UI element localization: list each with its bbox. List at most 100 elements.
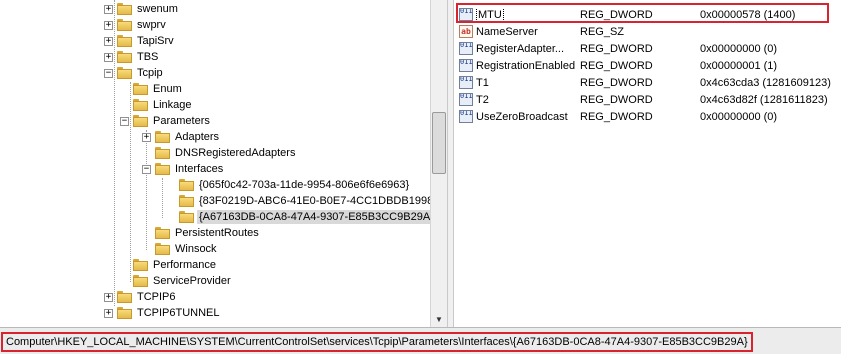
tree-item-label[interactable]: TBS (135, 50, 160, 64)
value-row-usezerobroadcast[interactable]: 011 110 UseZeroBroadcast REG_DWORD 0x000… (454, 108, 841, 125)
tree-item-parameters[interactable]: − Parameters (120, 113, 212, 129)
folder-icon (117, 307, 132, 319)
tree-item-label[interactable]: DNSRegisteredAdapters (173, 146, 297, 160)
tree-item-label[interactable]: Performance (151, 258, 218, 272)
tree-item-label[interactable]: Winsock (173, 242, 219, 256)
value-data: 0x00000001 (1) (700, 59, 778, 72)
tree-item-adapters[interactable]: + Adapters (142, 129, 221, 145)
dword-value-icon: 011 110 (459, 59, 473, 72)
tree-item-tapisrv[interactable]: + TapiSrv (104, 33, 176, 49)
tree-item-tbs[interactable]: + TBS (104, 49, 160, 65)
value-data: 0x4c63d82f (1281611823) (700, 93, 828, 106)
tree-item-label[interactable]: Linkage (151, 98, 194, 112)
tree-item-label[interactable]: TCPIP6TUNNEL (135, 306, 222, 320)
tree-item-label[interactable]: Tcpip (135, 66, 165, 80)
value-name[interactable]: NameServer (476, 26, 578, 38)
expand-icon[interactable]: + (104, 292, 113, 302)
tree-item-dnsregisteredadapters[interactable]: DNSRegisteredAdapters (142, 145, 297, 161)
expand-icon[interactable]: + (104, 36, 113, 46)
value-data: 0x00000000 (0) (700, 110, 778, 123)
value-name[interactable]: MTU (476, 8, 504, 21)
tree-item-interfaces[interactable]: − Interfaces (142, 161, 225, 177)
value-row-t1[interactable]: 011 110 T1 REG_DWORD 0x4c63cda3 (1281609… (454, 74, 841, 91)
tree-item-winsock[interactable]: Winsock (142, 241, 219, 257)
tree-item-label[interactable]: swprv (135, 18, 168, 32)
collapse-icon[interactable]: − (104, 68, 113, 78)
tree-item-persistentroutes[interactable]: PersistentRoutes (142, 225, 261, 241)
expand-icon[interactable]: + (104, 20, 113, 30)
tree-item-label[interactable]: PersistentRoutes (173, 226, 261, 240)
value-name[interactable]: T1 (476, 77, 578, 89)
tree-vertical-scrollbar[interactable]: ▼ (430, 0, 447, 327)
tree-item-label[interactable]: Adapters (173, 130, 221, 144)
registry-key-tree[interactable]: + swenum + swprv + TapiSrv + TBS − Tcpip… (0, 0, 447, 327)
tree-item-label[interactable]: {A67163DB-0CA8-47A4-9307-E85B3CC9B29A} (197, 210, 436, 224)
folder-icon (117, 51, 132, 63)
value-name[interactable]: RegisterAdapter... (476, 43, 578, 55)
value-data: 0x4c63cda3 (1281609123) (700, 76, 831, 89)
registry-values-list[interactable]: 011 110 MTU REG_DWORD 0x00000578 (1400) … (454, 0, 841, 327)
tree-item-label[interactable]: Enum (151, 82, 184, 96)
expand-icon[interactable]: + (104, 4, 113, 14)
tree-item-enum[interactable]: Enum (120, 81, 184, 97)
value-name[interactable]: T2 (476, 94, 578, 106)
tree-item-tcpip6tunnel[interactable]: + TCPIP6TUNNEL (104, 305, 222, 321)
value-row-mtu[interactable]: 011 110 MTU REG_DWORD 0x00000578 (1400) (454, 6, 841, 23)
tree-item-label[interactable]: TapiSrv (135, 34, 176, 48)
scroll-down-arrow-icon[interactable]: ▼ (431, 311, 447, 327)
value-type: REG_SZ (580, 25, 625, 38)
tree-item-interface-guid-selected[interactable]: {A67163DB-0CA8-47A4-9307-E85B3CC9B29A} (166, 209, 436, 225)
folder-icon (179, 195, 194, 207)
registry-path: Computer\HKEY_LOCAL_MACHINE\SYSTEM\Curre… (1, 332, 753, 352)
folder-open-icon (117, 67, 132, 79)
collapse-icon[interactable]: − (142, 164, 151, 174)
value-name[interactable]: RegistrationEnabled (476, 60, 578, 72)
expand-icon[interactable]: + (142, 132, 151, 142)
value-type: REG_DWORD (580, 59, 653, 72)
tree-item-label[interactable]: ServiceProvider (151, 274, 233, 288)
value-name[interactable]: UseZeroBroadcast (476, 111, 578, 123)
string-value-icon: ab (459, 25, 473, 38)
folder-icon (155, 243, 170, 255)
value-row-registrationenabled[interactable]: 011 110 RegistrationEnabled REG_DWORD 0x… (454, 57, 841, 74)
tree-item-performance[interactable]: Performance (120, 257, 218, 273)
value-row-t2[interactable]: 011 110 T2 REG_DWORD 0x4c63d82f (1281611… (454, 91, 841, 108)
value-row-nameserver[interactable]: ab NameServer REG_SZ (454, 23, 841, 40)
scrollbar-thumb[interactable] (432, 112, 446, 174)
folder-icon (155, 147, 170, 159)
pane-splitter[interactable] (447, 0, 454, 327)
tree-item-label[interactable]: Parameters (151, 114, 212, 128)
value-data: 0x00000000 (0) (700, 42, 778, 55)
dword-value-icon: 011 110 (459, 76, 473, 89)
tree-item-serviceprovider[interactable]: ServiceProvider (120, 273, 233, 289)
value-type: REG_DWORD (580, 8, 653, 21)
expand-icon[interactable]: + (104, 52, 113, 62)
tree-item-tcpip6[interactable]: + TCPIP6 (104, 289, 178, 305)
dword-value-icon: 011 110 (459, 110, 473, 123)
value-row-registeradapter[interactable]: 011 110 RegisterAdapter... REG_DWORD 0x0… (454, 40, 841, 57)
folder-open-icon (179, 211, 194, 223)
tree-item-interface-guid[interactable]: {065f0c42-703a-11de-9954-806e6f6e6963} (166, 177, 411, 193)
tree-item-swprv[interactable]: + swprv (104, 17, 168, 33)
tree-item-interface-guid[interactable]: {83F0219D-ABC6-41E0-B0E7-4CC1DBDB1998} (166, 193, 439, 209)
value-type: REG_DWORD (580, 110, 653, 123)
expand-icon[interactable]: + (104, 308, 113, 318)
tree-item-label[interactable]: Interfaces (173, 162, 225, 176)
tree-item-linkage[interactable]: Linkage (120, 97, 194, 113)
tree-item-label[interactable]: {83F0219D-ABC6-41E0-B0E7-4CC1DBDB1998} (197, 194, 439, 208)
tree-item-label[interactable]: swenum (135, 2, 180, 16)
folder-icon (179, 179, 194, 191)
tree-item-swenum[interactable]: + swenum (104, 1, 180, 17)
folder-icon (133, 83, 148, 95)
collapse-icon[interactable]: − (120, 116, 129, 126)
value-type: REG_DWORD (580, 93, 653, 106)
tree-item-tcpip[interactable]: − Tcpip (104, 65, 165, 81)
folder-icon (155, 227, 170, 239)
tree-item-label[interactable]: TCPIP6 (135, 290, 178, 304)
tree-item-label[interactable]: {065f0c42-703a-11de-9954-806e6f6e6963} (197, 178, 411, 192)
